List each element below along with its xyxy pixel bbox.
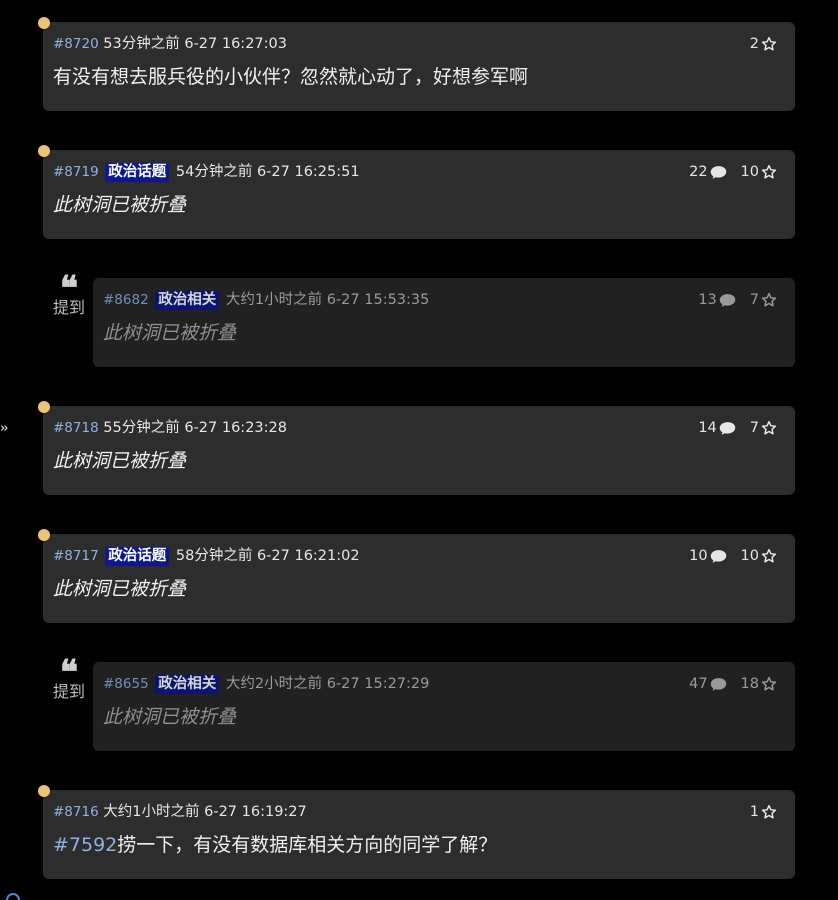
post-id[interactable]: #8655: [103, 676, 149, 692]
post-content-text: 捞一下，有没有数据库相关方向的同学了解？: [117, 834, 498, 856]
post-time: 55分钟之前 6-27 16:23:28: [103, 420, 287, 436]
like-button[interactable]: 7: [750, 290, 777, 310]
like-count: 2: [749, 36, 759, 52]
floating-action-circle-icon[interactable]: [6, 893, 20, 900]
star-outline-icon: [761, 676, 777, 691]
reply-count: 10: [689, 548, 708, 564]
post-stats: 47 18: [689, 674, 777, 694]
reply-count: 14: [698, 420, 717, 436]
like-button[interactable]: 10: [741, 546, 777, 566]
folded-content[interactable]: 此树洞已被折叠: [53, 192, 785, 218]
mention-indicator: ❝ 提到: [49, 274, 89, 318]
reply-button[interactable]: 14: [698, 418, 736, 438]
post-id[interactable]: #8718: [53, 420, 99, 436]
star-outline-icon: [761, 804, 777, 819]
star-outline-icon: [761, 36, 777, 51]
like-count: 10: [740, 164, 759, 180]
post-card[interactable]: #8716 大约1小时之前 6-27 16:19:27 1 #7592捞一下，有…: [38, 785, 795, 879]
post-tag: 政治相关: [155, 291, 220, 310]
post-stats: 14 7: [698, 418, 777, 438]
post-meta: #8655 政治相关 大约2小时之前 6-27 15:27:29 47 18: [103, 674, 785, 694]
new-post-dot-icon: [38, 529, 50, 541]
post-stats: 22 10: [689, 162, 777, 182]
reply-count: 13: [698, 292, 717, 308]
post-card[interactable]: #8720 53分钟之前 6-27 16:27:03 2 有没有想去服兵役的小伙…: [38, 17, 795, 111]
post-stats: 1: [750, 802, 777, 822]
post-reference-link[interactable]: #7592: [53, 834, 117, 856]
post-card[interactable]: #8718 55分钟之前 6-27 16:23:28 14 7 此树洞已被折叠: [38, 401, 795, 495]
reply-button[interactable]: 47: [689, 674, 726, 694]
post-meta: #8717 政治话题 58分钟之前 6-27 16:21:02 10 10: [53, 546, 785, 566]
referenced-post-card[interactable]: #8682 政治相关 大约1小时之前 6-27 15:53:35 13 7 此树…: [93, 278, 795, 367]
post-meta: #8718 55分钟之前 6-27 16:23:28 14 7: [53, 418, 785, 438]
post-id[interactable]: #8682: [103, 292, 149, 308]
like-button[interactable]: 2: [750, 34, 777, 54]
post-tag: 政治相关: [155, 675, 220, 694]
comment-bubble-icon: [710, 549, 726, 563]
reply-button[interactable]: 13: [698, 290, 736, 310]
referenced-post-card[interactable]: #8655 政治相关 大约2小时之前 6-27 15:27:29 47 18 此…: [93, 662, 795, 751]
folded-content[interactable]: 此树洞已被折叠: [53, 576, 785, 602]
post-meta: #8716 大约1小时之前 6-27 16:19:27 1: [53, 802, 785, 822]
post-content: 有没有想去服兵役的小伙伴？忽然就心动了，好想参军啊: [53, 66, 529, 88]
comment-bubble-icon: [719, 293, 736, 307]
star-outline-icon: [761, 420, 777, 435]
comment-bubble-icon: [710, 677, 726, 691]
post-id[interactable]: #8720: [53, 36, 99, 52]
post-meta: #8719 政治话题 54分钟之前 6-27 16:25:51 22 10: [53, 162, 785, 182]
folded-content[interactable]: 此树洞已被折叠: [53, 448, 785, 474]
new-post-dot-icon: [38, 17, 50, 29]
like-count: 7: [749, 420, 759, 436]
post-tag: 政治话题: [105, 547, 170, 566]
mention-label: 提到: [52, 298, 85, 317]
post-time: 大约2小时之前 6-27 15:27:29: [225, 676, 430, 692]
like-button[interactable]: 18: [741, 674, 777, 694]
new-post-dot-icon: [38, 145, 50, 157]
like-count: 1: [749, 804, 759, 820]
mention-indicator: ❝ 提到: [49, 658, 89, 702]
post-time: 53分钟之前 6-27 16:27:03: [103, 36, 287, 52]
reply-count: 22: [689, 164, 708, 180]
like-count: 10: [740, 548, 759, 564]
mention-label: 提到: [52, 682, 85, 701]
post-id[interactable]: #8717: [53, 548, 99, 564]
feed: #8720 53分钟之前 6-27 16:27:03 2 有没有想去服兵役的小伙…: [0, 0, 838, 900]
post-time: 58分钟之前 6-27 16:21:02: [175, 548, 360, 564]
like-button[interactable]: 10: [741, 162, 777, 182]
like-button[interactable]: 1: [750, 802, 777, 822]
current-post-arrow-icon: ››: [0, 421, 9, 436]
post-meta: #8682 政治相关 大约1小时之前 6-27 15:53:35 13 7: [103, 290, 785, 310]
folded-content[interactable]: 此树洞已被折叠: [103, 320, 785, 346]
reply-count: 47: [689, 676, 708, 692]
like-button[interactable]: 7: [750, 418, 777, 438]
folded-content[interactable]: 此树洞已被折叠: [103, 704, 785, 730]
comment-bubble-icon: [719, 421, 736, 435]
new-post-dot-icon: [38, 785, 50, 797]
quote-icon: ❝: [59, 658, 79, 680]
post-time: 大约1小时之前 6-27 16:19:27: [103, 804, 307, 820]
new-post-dot-icon: [38, 401, 50, 413]
post-meta: #8720 53分钟之前 6-27 16:27:03 2: [53, 34, 785, 54]
quote-icon: ❝: [59, 274, 79, 296]
post-id[interactable]: #8716: [53, 804, 99, 820]
post-id[interactable]: #8719: [53, 164, 99, 180]
post-card[interactable]: #8717 政治话题 58分钟之前 6-27 16:21:02 10 10 此树…: [38, 529, 795, 623]
star-outline-icon: [761, 292, 777, 307]
star-outline-icon: [761, 548, 777, 563]
post-stats: 13 7: [698, 290, 777, 310]
post-stats: 2: [750, 34, 777, 54]
star-outline-icon: [761, 164, 777, 179]
post-time: 54分钟之前 6-27 16:25:51: [175, 164, 360, 180]
post-time: 大约1小时之前 6-27 15:53:35: [225, 292, 430, 308]
like-count: 7: [749, 292, 759, 308]
post-stats: 10 10: [689, 546, 777, 566]
reply-button[interactable]: 10: [689, 546, 726, 566]
comment-bubble-icon: [710, 165, 726, 179]
post-card[interactable]: #8719 政治话题 54分钟之前 6-27 16:25:51 22 10 此树…: [38, 145, 795, 239]
post-tag: 政治话题: [105, 163, 170, 182]
post-content: #7592捞一下，有没有数据库相关方向的同学了解？: [53, 832, 785, 858]
reply-button[interactable]: 22: [689, 162, 726, 182]
like-count: 18: [740, 676, 759, 692]
